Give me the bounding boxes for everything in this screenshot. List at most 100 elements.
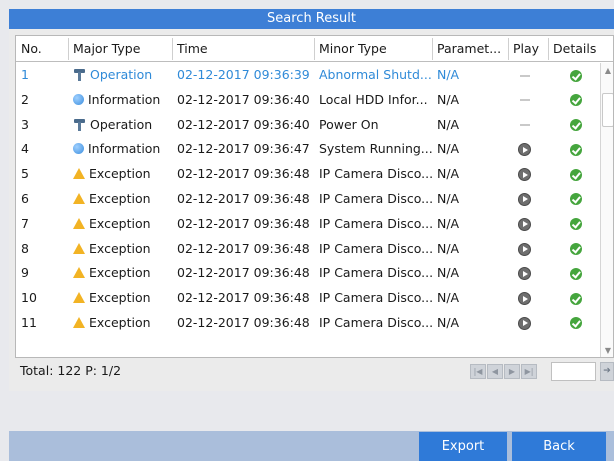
table-row[interactable]: 2 Information 02-12-2017 09:36:40 Local HDD… (16, 88, 598, 113)
play-icon[interactable] (518, 292, 531, 306)
table-row[interactable]: 8 Exception 02-12-2017 09:36:48 IP Camera D… (16, 237, 598, 262)
cell-minor-type: IP Camera Disco... (319, 265, 432, 281)
cell-parameter: N/A (437, 116, 460, 132)
table-row[interactable]: 4 Information 02-12-2017 09:36:47 System Ru… (16, 137, 598, 162)
cell-time: 02-12-2017 09:36:48 (177, 190, 310, 206)
cell-minor-type: Local HDD Infor... (319, 91, 428, 107)
header-time[interactable]: Time (172, 36, 314, 62)
cell-parameter: N/A (437, 67, 460, 82)
cell-no: 1 (21, 67, 29, 82)
details-check-icon[interactable] (570, 218, 582, 231)
details-check-icon[interactable] (570, 143, 582, 156)
play-icon[interactable] (518, 168, 531, 182)
cell-parameter: N/A (437, 166, 460, 182)
cell-time: 02-12-2017 09:36:48 (177, 240, 310, 256)
table-header: No. Major Type Time Minor Type Paramet..… (16, 36, 613, 62)
major-type-label: Information (88, 141, 161, 157)
major-type-label: Exception (89, 190, 151, 206)
cell-minor-type: IP Camera Disco... (319, 314, 432, 330)
vertical-scrollbar[interactable]: ▲ ▼ (600, 63, 613, 357)
cell-play (508, 88, 548, 113)
header-minor-type[interactable]: Minor Type (314, 36, 432, 62)
last-page-icon[interactable]: ▶| (521, 364, 537, 379)
search-result-panel: No. Major Type Time Minor Type Paramet..… (9, 29, 614, 391)
details-check-icon[interactable] (570, 119, 582, 132)
details-check-icon[interactable] (570, 69, 582, 82)
header-parameter[interactable]: Paramet... (432, 36, 508, 62)
table-row[interactable]: 5 Exception 02-12-2017 09:36:48 IP Camera D… (16, 162, 598, 187)
play-icon[interactable] (518, 217, 531, 231)
details-check-icon[interactable] (570, 317, 582, 330)
no-play-icon (520, 124, 530, 127)
cell-details (548, 237, 608, 262)
major-type-label: Exception (89, 265, 151, 281)
scroll-up-icon[interactable]: ▲ (602, 65, 613, 77)
table-row[interactable]: 9 Exception 02-12-2017 09:36:48 IP Camera D… (16, 261, 598, 286)
information-icon (73, 93, 84, 105)
details-check-icon[interactable] (570, 292, 582, 305)
table-row[interactable]: 7 Exception 02-12-2017 09:36:48 IP Camera D… (16, 212, 598, 237)
total-count: Total: 122 P: 1/2 (20, 363, 122, 378)
pager: |◀ ◀ ▶ ▶| (470, 364, 538, 379)
header-details[interactable]: Details (548, 36, 608, 62)
back-button[interactable]: Back (512, 432, 606, 461)
scrollbar-thumb[interactable] (602, 93, 613, 127)
details-check-icon[interactable] (570, 168, 582, 181)
prev-page-icon[interactable]: ◀ (487, 364, 503, 379)
scroll-down-icon[interactable]: ▼ (602, 345, 613, 357)
no-play-icon (520, 74, 530, 77)
table-row[interactable]: 1 Operation 02-12-2017 09:36:39 Abnormal Sh… (16, 63, 598, 88)
warning-icon (73, 192, 85, 204)
window-title: Search Result (9, 9, 614, 29)
header-play[interactable]: Play (508, 36, 548, 62)
table-row[interactable]: 11 Exception 02-12-2017 09:36:48 IP Camera … (16, 311, 598, 336)
cell-time: 02-12-2017 09:36:47 (177, 141, 310, 157)
cell-play (508, 113, 548, 138)
cell-major-type: Operation (68, 63, 172, 88)
cell-play (508, 237, 548, 262)
cell-no: 8 (21, 240, 29, 256)
cell-no: 6 (21, 190, 29, 206)
cell-details (548, 63, 608, 88)
header-no[interactable]: No. (16, 36, 68, 62)
cell-minor-type: IP Camera Disco... (319, 166, 432, 182)
first-page-icon[interactable]: |◀ (470, 364, 486, 379)
cell-play (508, 286, 548, 311)
cell-play (508, 187, 548, 212)
cell-no: 7 (21, 215, 29, 231)
cell-no: 9 (21, 265, 29, 281)
header-major-type[interactable]: Major Type (68, 36, 172, 62)
cell-major-type: Exception (68, 187, 172, 212)
play-icon[interactable] (518, 143, 531, 157)
major-type-label: Exception (89, 314, 151, 330)
no-play-icon (520, 99, 530, 102)
cell-minor-type: IP Camera Disco... (319, 215, 432, 231)
results-table: No. Major Type Time Minor Type Paramet..… (15, 35, 614, 358)
details-check-icon[interactable] (570, 193, 582, 206)
cell-no: 10 (21, 290, 37, 306)
table-row[interactable]: 10 Exception 02-12-2017 09:36:48 IP Camera … (16, 286, 598, 311)
cell-play (508, 63, 548, 88)
cell-major-type: Exception (68, 212, 172, 237)
cell-time: 02-12-2017 09:36:48 (177, 290, 310, 306)
play-icon[interactable] (518, 192, 531, 206)
go-page-icon[interactable]: ➔ (600, 362, 614, 381)
details-check-icon[interactable] (570, 267, 582, 280)
play-icon[interactable] (518, 316, 531, 330)
page-number-input[interactable] (551, 362, 596, 381)
cell-play (508, 261, 548, 286)
cell-parameter: N/A (437, 215, 460, 231)
export-button[interactable]: Export (419, 432, 507, 461)
details-check-icon[interactable] (570, 243, 582, 256)
cell-details (548, 162, 608, 187)
play-icon[interactable] (518, 242, 531, 256)
table-row[interactable]: 6 Exception 02-12-2017 09:36:48 IP Camera D… (16, 187, 598, 212)
play-icon[interactable] (518, 267, 531, 281)
cell-major-type: Exception (68, 261, 172, 286)
warning-icon (73, 168, 85, 180)
details-check-icon[interactable] (570, 94, 582, 107)
cell-details (548, 187, 608, 212)
next-page-icon[interactable]: ▶ (504, 364, 520, 379)
cell-minor-type: IP Camera Disco... (319, 290, 432, 306)
table-row[interactable]: 3 Operation 02-12-2017 09:36:40 Power On N/A (16, 113, 598, 138)
